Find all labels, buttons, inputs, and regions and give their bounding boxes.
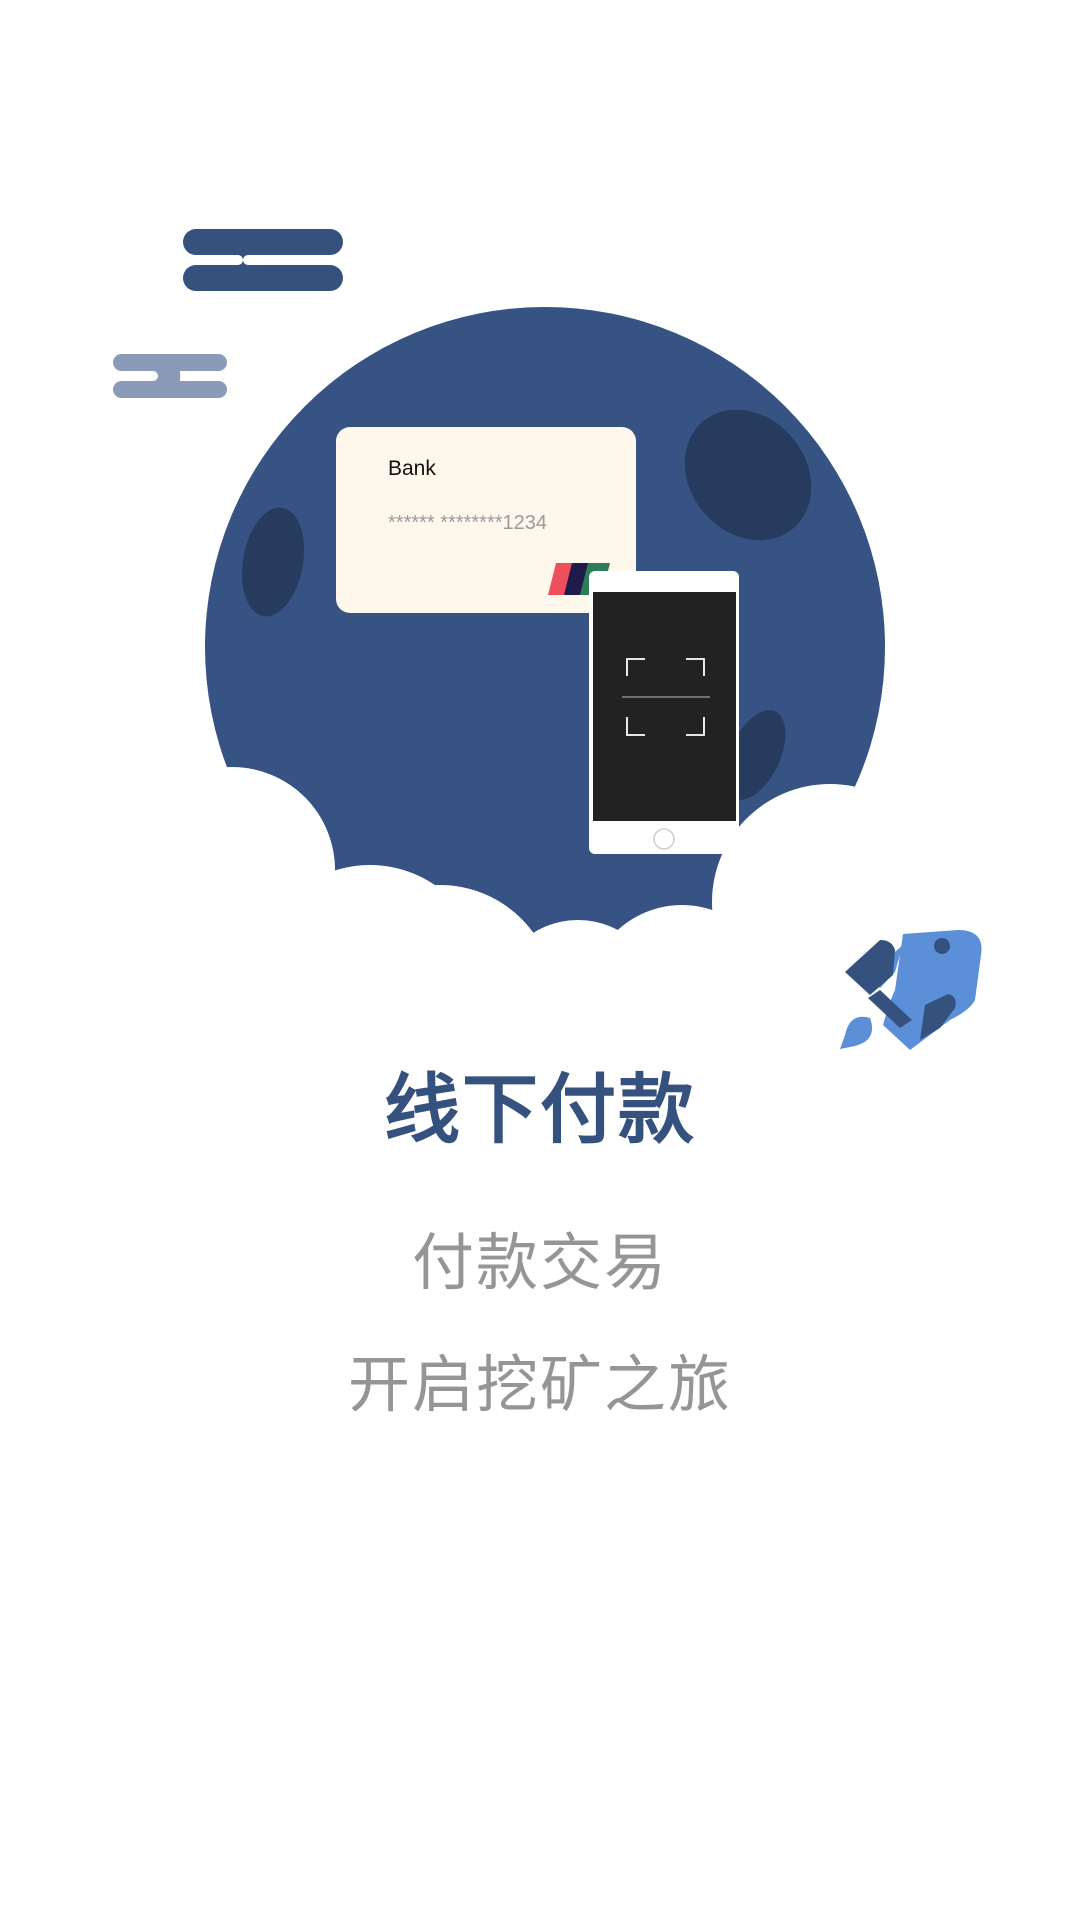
cloud-icon — [183, 229, 343, 291]
card-number: ****** ********1234 — [388, 512, 547, 534]
onboarding-subtitle-line2: 开启挖矿之旅 — [347, 1348, 732, 1421]
cloud-icon — [113, 354, 227, 398]
phone-scanner-icon — [589, 571, 739, 854]
onboarding-illustration: Bank ****** ********1234 — [100, 229, 1080, 1100]
onboarding-subtitle-line1: 付款交易 — [411, 1226, 668, 1299]
card-bank-label: Bank — [388, 457, 436, 480]
onboarding-title: 线下付款 — [384, 1065, 696, 1154]
